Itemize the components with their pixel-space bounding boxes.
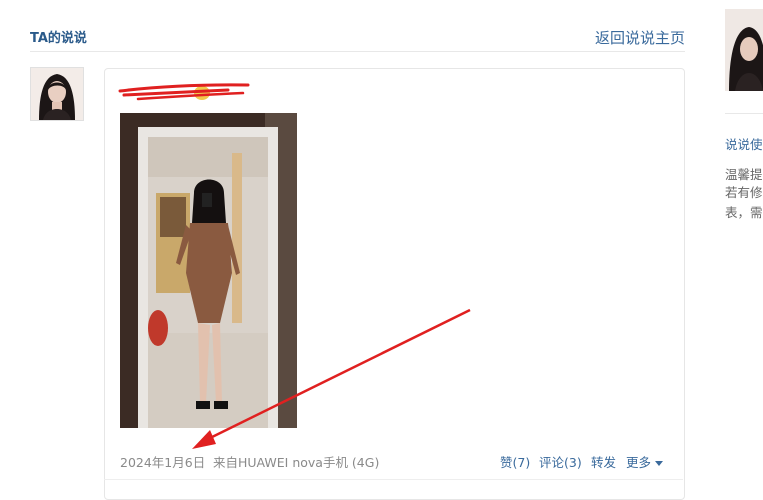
more-label: 更多 [626,455,652,470]
sidebar-text-line: 若有修 [725,185,763,200]
redacted-username-scribble [118,83,250,101]
page-title: TA的说说 [30,31,87,46]
sidebar-text-line: 温馨提 [725,167,763,182]
sidebar-avatar[interactable] [725,9,763,91]
post-photo[interactable] [120,113,297,428]
sidebar-link[interactable]: 说说使 [725,134,763,153]
sidebar-divider [725,113,763,114]
sidebar-avatar-image [725,9,763,91]
author-avatar[interactable] [30,67,84,121]
back-to-main-link[interactable]: 返回说说主页 [595,27,685,48]
forward-button[interactable]: 转发 [591,452,616,471]
post-date: 2024年1月6日 [120,455,206,470]
header-divider [30,51,685,52]
post-footer-divider [104,479,683,480]
mirror-selfie-image [120,113,297,428]
caret-down-icon [655,461,664,466]
post-source: 来自HUAWEI nova手机 (4G) [213,455,380,470]
more-menu-button[interactable]: 更多 [626,452,664,471]
like-button[interactable]: 赞(7) [500,452,530,471]
comment-button[interactable]: 评论(3) [539,452,582,471]
avatar-portrait-image [31,68,83,120]
sidebar-text-line: 表，需 [725,205,763,220]
